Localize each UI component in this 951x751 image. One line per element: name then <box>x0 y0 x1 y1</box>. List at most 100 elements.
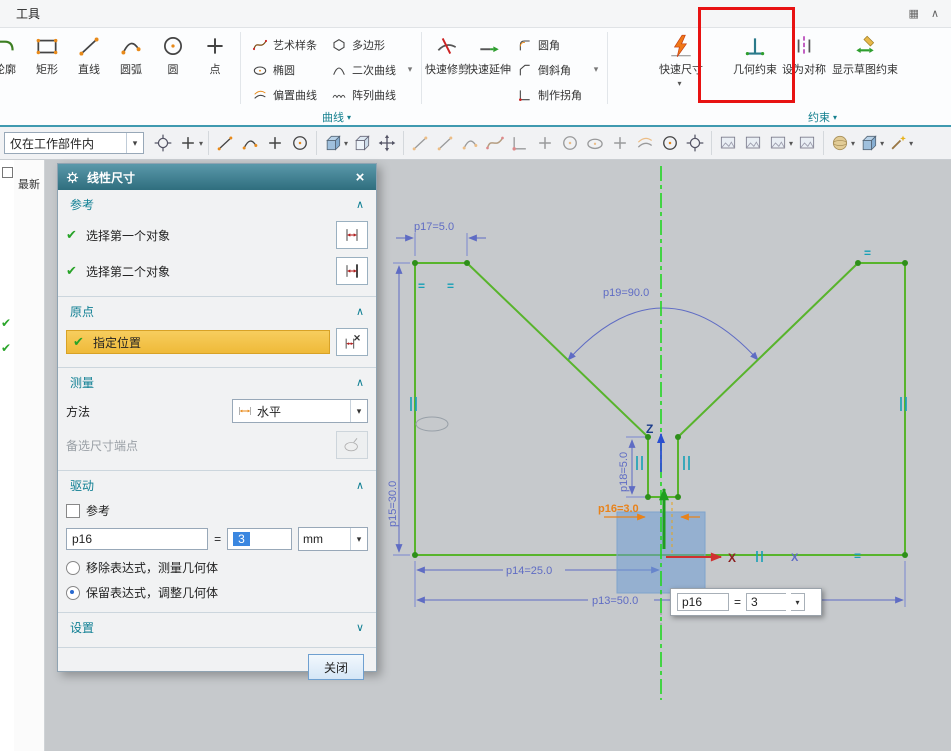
line-button[interactable]: 直线 <box>68 29 110 77</box>
panel-square-icon[interactable] <box>2 167 13 178</box>
shaded-solid-icon[interactable] <box>857 131 881 155</box>
curve-stack-1: 艺术样条 椭圆 偏置曲线 <box>245 29 324 107</box>
method-select[interactable]: 水平 ▾ <box>232 399 368 423</box>
measure-icon[interactable] <box>683 131 707 155</box>
unit-select[interactable]: mm ▾ <box>298 527 368 551</box>
location-picker-button[interactable] <box>336 328 368 356</box>
close-button[interactable]: 关闭 <box>308 654 364 680</box>
line-tool-icon[interactable] <box>408 131 432 155</box>
render-style-4-icon[interactable] <box>795 131 819 155</box>
section-settings-header[interactable]: 设置 ∨ <box>58 613 376 640</box>
remove-expression-radio[interactable] <box>66 561 80 575</box>
make-corner-button[interactable]: 制作拐角 <box>510 82 589 107</box>
curve-gallery-dropdown-icon[interactable]: ▾ <box>403 64 417 75</box>
fillet-button[interactable]: 圆角 <box>510 32 589 57</box>
point-button[interactable]: 点 <box>194 29 236 77</box>
reference-checkbox[interactable] <box>66 504 80 518</box>
collapse-icon[interactable]: ∧ <box>356 305 364 318</box>
expand-icon[interactable]: ∨ <box>356 621 364 634</box>
first-object-selector-button[interactable] <box>336 221 368 249</box>
shaded-solid-dropdown-icon[interactable]: ▾ <box>880 139 884 148</box>
collapse-icon[interactable]: ∧ <box>356 376 364 389</box>
snap-point-icon[interactable] <box>151 131 175 155</box>
collapse-icon[interactable]: ∧ <box>356 479 364 492</box>
second-object-selector-button[interactable] <box>336 257 368 285</box>
dimension-name-field[interactable]: p16 <box>677 593 729 611</box>
arc-tool-icon[interactable] <box>458 131 482 155</box>
inferred-line-tool-icon[interactable] <box>433 131 457 155</box>
rapid-dimension-button[interactable]: 快速尺寸 ▾ <box>654 29 708 88</box>
move-object-icon[interactable] <box>375 131 399 155</box>
dimension-value-field[interactable]: 3 <box>746 593 786 611</box>
solid-display-icon[interactable] <box>828 131 852 155</box>
select-second-object-row[interactable]: ✔ 选择第二个对象 <box>58 253 376 289</box>
end-point-snap-icon[interactable] <box>213 131 237 155</box>
quick-extend-button[interactable]: 快速延伸 <box>468 29 510 77</box>
profile-button[interactable]: 轮廓 <box>0 29 26 77</box>
render-style-dropdown-icon[interactable]: ▾ <box>789 139 793 148</box>
edit-display-dropdown-icon[interactable]: ▾ <box>909 139 913 148</box>
point-snap-options-icon[interactable] <box>176 131 200 155</box>
polygon-button[interactable]: 多边形 <box>324 32 403 57</box>
edit-curve-dropdown-icon[interactable]: ▾ <box>589 64 603 75</box>
shaded-view-dropdown-icon[interactable]: ▾ <box>344 139 348 148</box>
point-tool-icon[interactable] <box>533 131 557 155</box>
show-point-icon[interactable] <box>658 131 682 155</box>
render-style-3-icon[interactable] <box>766 131 790 155</box>
snap-dropdown-icon[interactable]: ▾ <box>199 139 203 148</box>
expression-value-field[interactable]: 3 <box>227 528 292 550</box>
section-driving: 驱动 ∧ 参考 p16 = 3 mm ▾ 移除表达式，测量几何体 保留表达式，调… <box>58 471 376 613</box>
arc-button[interactable]: 圆弧 <box>110 29 152 77</box>
section-origin-header[interactable]: 原点 ∧ <box>58 297 376 324</box>
display-sketch-constraints-button[interactable]: 显示草图约束 <box>828 29 902 77</box>
make-symmetric-button[interactable]: 设为对称 <box>780 29 828 77</box>
render-style-2-icon[interactable] <box>741 131 765 155</box>
offset-curve-button[interactable]: 偏置曲线 <box>245 82 324 107</box>
edit-display-icon[interactable] <box>886 131 910 155</box>
expression-name-field[interactable]: p16 <box>66 528 208 550</box>
section-reference-header[interactable]: 参考 ∧ <box>58 190 376 217</box>
conic-button[interactable]: 二次曲线 <box>324 57 403 82</box>
specify-location-field[interactable]: ✔ 指定位置 <box>66 330 330 354</box>
circle-button[interactable]: 圆 <box>152 29 194 77</box>
collapse-ribbon-icon[interactable]: ∧ <box>931 7 939 20</box>
alternate-endpoint-button <box>336 431 368 459</box>
solid-display-dropdown-icon[interactable]: ▾ <box>851 139 855 148</box>
ellipse-tool-icon[interactable] <box>583 131 607 155</box>
circle-tool-icon[interactable] <box>558 131 582 155</box>
intersection-snap-icon[interactable] <box>263 131 287 155</box>
arc-center-snap-icon[interactable] <box>288 131 312 155</box>
constraint-group-dropdown-icon[interactable]: ▾ <box>833 113 837 122</box>
mid-point-snap-icon[interactable] <box>238 131 262 155</box>
rapid-dimension-dropdown-icon[interactable]: ▾ <box>677 79 681 88</box>
studio-spline-button[interactable]: 艺术样条 <box>245 32 324 57</box>
panel-icon[interactable]: ▦ <box>909 7 919 20</box>
section-driving-header[interactable]: 驱动 ∧ <box>58 471 376 498</box>
section-measurement-header[interactable]: 方法 测量 ∧ <box>58 368 376 395</box>
dialog-titlebar[interactable]: 线性尺寸 × <box>58 164 376 190</box>
close-icon[interactable]: × <box>351 169 369 186</box>
curve-group-dropdown-icon[interactable]: ▾ <box>347 113 351 122</box>
tab-tools[interactable]: 工具 <box>8 2 48 25</box>
quick-trim-button[interactable]: 快速修剪 <box>426 29 468 77</box>
shaded-view-icon[interactable] <box>321 131 345 155</box>
spline-tool-icon[interactable] <box>483 131 507 155</box>
chamfer-button[interactable]: 倒斜角 <box>510 57 589 82</box>
rectangle-button[interactable]: 矩形 <box>26 29 68 77</box>
offset-tool-icon[interactable] <box>633 131 657 155</box>
geometric-constraints-button[interactable]: 几何约束 <box>730 29 780 77</box>
corner-tool-icon[interactable] <box>508 131 532 155</box>
ellipse-button[interactable]: 椭圆 <box>245 57 324 82</box>
value-dropdown-icon[interactable]: ▾ <box>791 593 805 611</box>
section-settings: 设置 ∨ <box>58 613 376 647</box>
pattern-curve-button[interactable]: 阵列曲线 <box>324 82 403 107</box>
select-first-object-row[interactable]: ✔ 选择第一个对象 <box>58 217 376 253</box>
wireframe-view-icon[interactable] <box>350 131 374 155</box>
onscreen-dimension-edit[interactable]: p16 = 3 ▾ <box>670 588 822 616</box>
plus-tool-icon[interactable] <box>608 131 632 155</box>
latest-tab[interactable]: 最新 <box>14 176 44 192</box>
collapse-icon[interactable]: ∧ <box>356 198 364 211</box>
scope-select[interactable]: 仅在工作部件内 ▾ <box>4 132 144 154</box>
keep-expression-radio[interactable] <box>66 586 80 600</box>
render-style-1-icon[interactable] <box>716 131 740 155</box>
